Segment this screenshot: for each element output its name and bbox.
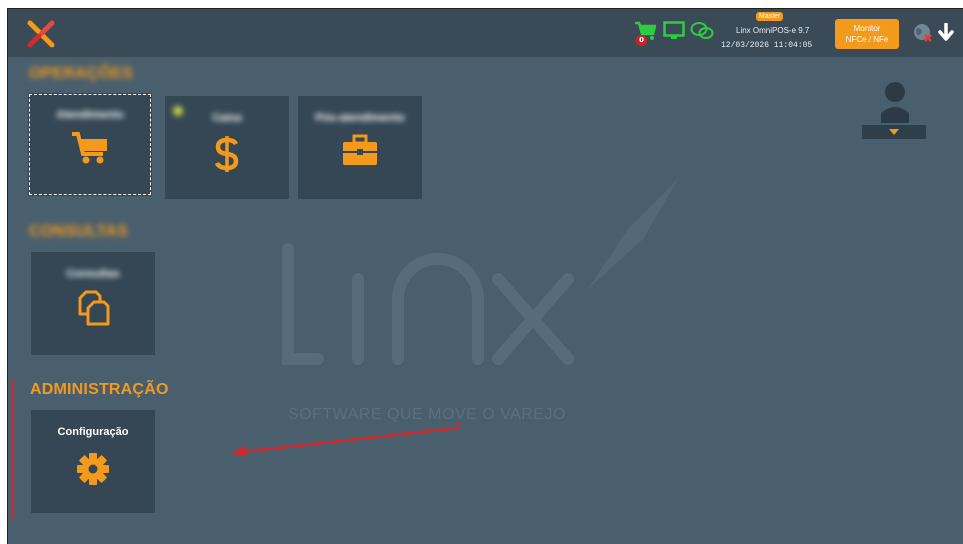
user-dropdown[interactable] [862, 125, 926, 139]
app-version: Linx OmniPOS-e 9.7 [736, 26, 810, 35]
tile-caixa[interactable]: Caixa [165, 96, 289, 199]
copy-icon [78, 290, 110, 326]
linx-x-watermark [588, 179, 678, 289]
annotation-arrow [231, 422, 459, 457]
linx-watermark [282, 243, 574, 365]
briefcase-icon [343, 134, 377, 165]
nfce-label: NFCe / NFe [845, 35, 889, 44]
globe-icon[interactable] [913, 23, 933, 43]
user-menu[interactable] [862, 81, 926, 141]
status-dot [173, 106, 183, 116]
monitor-nfce-button[interactable]: Monitor NFCe / NFe [835, 19, 899, 49]
tile-label: Atendimento [56, 109, 124, 121]
tile-label: Pós-atendimento [315, 112, 405, 124]
dollar-icon [215, 136, 239, 172]
section-title-operacoes: OPERAÇÕES [29, 65, 134, 82]
monitor-icon[interactable] [663, 21, 685, 41]
section-title-consultas: CONSULTAS [29, 223, 128, 240]
annotation-highlight-box [12, 379, 190, 520]
user-avatar-icon [881, 82, 909, 123]
app-window: SOFTWARE QUE MOVE O VAREJO 0 Master Linx… [7, 8, 963, 544]
tile-label: Consultas [66, 268, 120, 280]
chat-icon[interactable] [690, 21, 714, 41]
tile-label: Caixa [212, 112, 242, 124]
cart-icon [72, 132, 107, 164]
top-bar: 0 Master Linx OmniPOS-e 9.7 12/03/2026 1… [8, 9, 963, 57]
monitor-label: Monitor [853, 24, 881, 33]
cart-count-badge: 0 [636, 35, 647, 46]
master-badge: Master [756, 12, 784, 21]
download-arrow-icon[interactable] [938, 23, 954, 43]
datetime: 12/03/2026 11:04:05 [721, 41, 813, 50]
logo-icon[interactable] [26, 19, 56, 49]
tile-pos-atendimento[interactable]: Pós-atendimento [298, 96, 422, 199]
tile-consultas[interactable]: Consultas [31, 252, 155, 355]
tile-atendimento[interactable]: Atendimento [28, 93, 152, 196]
chevron-down-icon [889, 129, 899, 135]
